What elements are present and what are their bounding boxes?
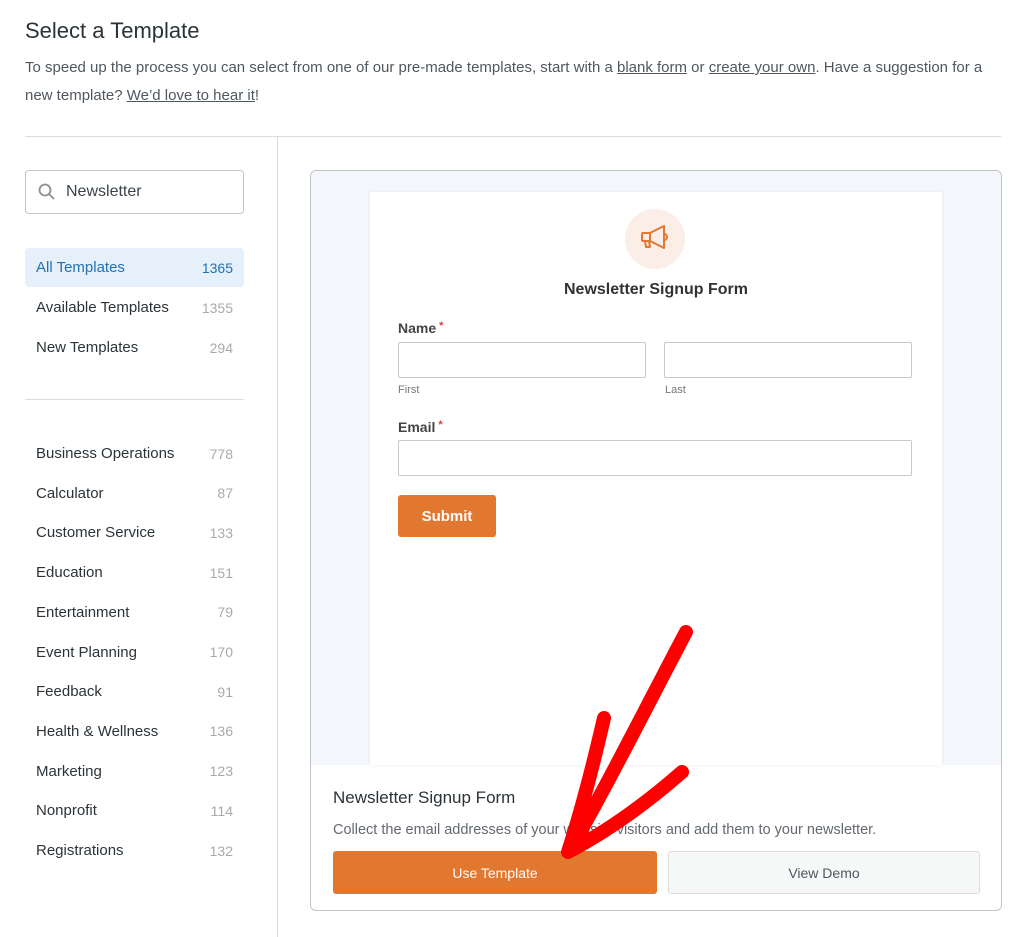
sidebar-item-label: Marketing [36,762,102,780]
sidebar-item-event-planning[interactable]: Event Planning 170 [25,633,244,672]
sidebar-item-health-wellness[interactable]: Health & Wellness 136 [25,712,244,751]
sidebar-item-label: Business Operations [36,445,175,462]
sidebar-item-label: Calculator [36,484,104,502]
sidebar-item-count: 1365 [201,259,233,276]
megaphone-icon [625,209,685,269]
sidebar-item-count: 778 [209,445,233,462]
sidebar-item-count: 294 [209,339,233,356]
sidebar-item-label: Registrations [36,842,124,859]
sidebar-divider [277,137,278,937]
template-card: Newsletter Signup Form Name * First Last … [310,170,1002,911]
sidebar-item-nonprofit[interactable]: Nonprofit 114 [25,791,244,830]
search-box[interactable] [25,170,244,214]
sidebar-item-business-operations[interactable]: Business Operations 778 [25,434,244,473]
sidebar-item-label: All Templates [36,259,125,276]
form-title: Newsletter Signup Form [563,281,749,298]
sidebar-item-label: Available Templates [36,299,169,316]
template-preview: Newsletter Signup Form Name * First Last … [311,171,1001,765]
sidebar-item-label: Feedback [36,683,102,701]
sidebar-item-count: 87 [217,485,233,502]
sidebar-section-divider [25,399,244,400]
sidebar-item-label: Event Planning [36,643,137,661]
sidebar-item-count: 170 [209,644,233,660]
email-label: Email * [398,419,443,435]
sidebar-item-count: 136 [209,723,233,740]
sidebar-item-count: 123 [209,763,233,780]
sidebar-item-count: 114 [210,802,233,819]
sidebar-item-label: Nonprofit [36,802,97,820]
sidebar-item-all-templates[interactable]: All Templates 1365 [25,248,244,287]
template-description: Collect the email addresses of your webs… [333,822,877,838]
search-icon [38,183,55,200]
sidebar-item-label: Health & Wellness [36,722,159,740]
template-title: Newsletter Signup Form [333,788,516,807]
create-your-own-link[interactable]: create your own [709,59,816,76]
search-input[interactable] [66,183,226,201]
suggestion-link[interactable]: We’d love to hear it [127,87,255,104]
sidebar-item-registrations[interactable]: Registrations 132 [25,831,244,870]
sidebar-item-customer-service[interactable]: Customer Service 133 [25,513,244,552]
last-sublabel: Last [665,384,686,396]
submit-button[interactable]: Submit [398,495,496,537]
sidebar-item-label: New Templates [36,339,139,356]
sidebar-item-marketing[interactable]: Marketing 123 [25,752,244,791]
last-name-field[interactable] [664,342,912,378]
sidebar-item-calculator[interactable]: Calculator 87 [25,474,244,513]
sidebar-item-count: 79 [217,604,233,621]
use-template-button[interactable]: Use Template [333,851,657,894]
blank-form-link[interactable]: blank form [617,59,687,76]
sidebar-item-label: Customer Service [36,524,156,542]
email-field[interactable] [398,440,912,476]
sidebar-item-label: Entertainment [36,603,130,621]
name-label: Name * [398,320,444,336]
sidebar-item-count: 132 [209,842,233,859]
sidebar-item-count: 1355 [201,299,233,316]
view-demo-button[interactable]: View Demo [668,851,980,894]
page-title: Select a Template [25,18,200,43]
sidebar-item-count: 91 [217,683,233,700]
sidebar-item-new-templates[interactable]: New Templates 294 [25,328,244,367]
sidebar-item-label: Education [36,564,103,582]
sidebar-item-count: 133 [209,524,233,541]
form-preview-sheet: Newsletter Signup Form Name * First Last … [370,192,942,765]
sidebar-item-feedback[interactable]: Feedback 91 [25,672,244,711]
sidebar-item-education[interactable]: Education 151 [25,553,244,592]
sidebar-item-available-templates[interactable]: Available Templates 1355 [25,288,244,327]
sidebar-item-count: 151 [209,564,233,581]
first-name-field[interactable] [398,342,646,378]
intro-text: To speed up the process you can select f… [25,59,983,104]
divider [25,136,1001,137]
first-sublabel: First [398,384,420,396]
sidebar-item-entertainment[interactable]: Entertainment 79 [25,593,244,632]
